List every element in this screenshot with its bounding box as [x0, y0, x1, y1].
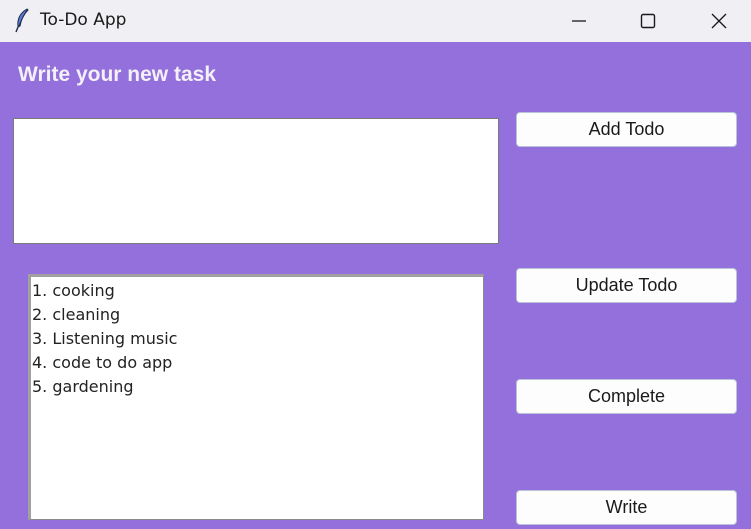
maximize-icon [640, 13, 656, 29]
update-todo-button[interactable]: Update Todo [516, 268, 737, 303]
list-item[interactable]: 1. cooking [31, 279, 483, 303]
feather-icon [12, 7, 32, 33]
list-item[interactable]: 4. code to do app [31, 351, 483, 375]
list-item[interactable]: 2. cleaning [31, 303, 483, 327]
list-item[interactable]: 3. Listening music [31, 327, 483, 351]
minimize-icon [572, 20, 586, 22]
list-item[interactable]: 5. gardening [31, 375, 483, 399]
add-todo-button[interactable]: Add Todo [516, 112, 737, 147]
title-bar[interactable]: To-Do App [0, 0, 751, 42]
minimize-button[interactable] [556, 0, 602, 42]
todo-list[interactable]: 1. cooking 2. cleaning 3. Listening musi… [28, 274, 484, 520]
close-icon [711, 13, 727, 29]
close-button[interactable] [696, 0, 742, 42]
maximize-button[interactable] [625, 0, 671, 42]
write-button[interactable]: Write [516, 490, 737, 525]
window-title: To-Do App [40, 10, 127, 30]
app-window: To-Do App Write your new task Add Todo 1… [0, 0, 751, 529]
task-input[interactable] [13, 118, 499, 244]
page-heading: Write your new task [18, 63, 217, 86]
complete-button[interactable]: Complete [516, 379, 737, 414]
